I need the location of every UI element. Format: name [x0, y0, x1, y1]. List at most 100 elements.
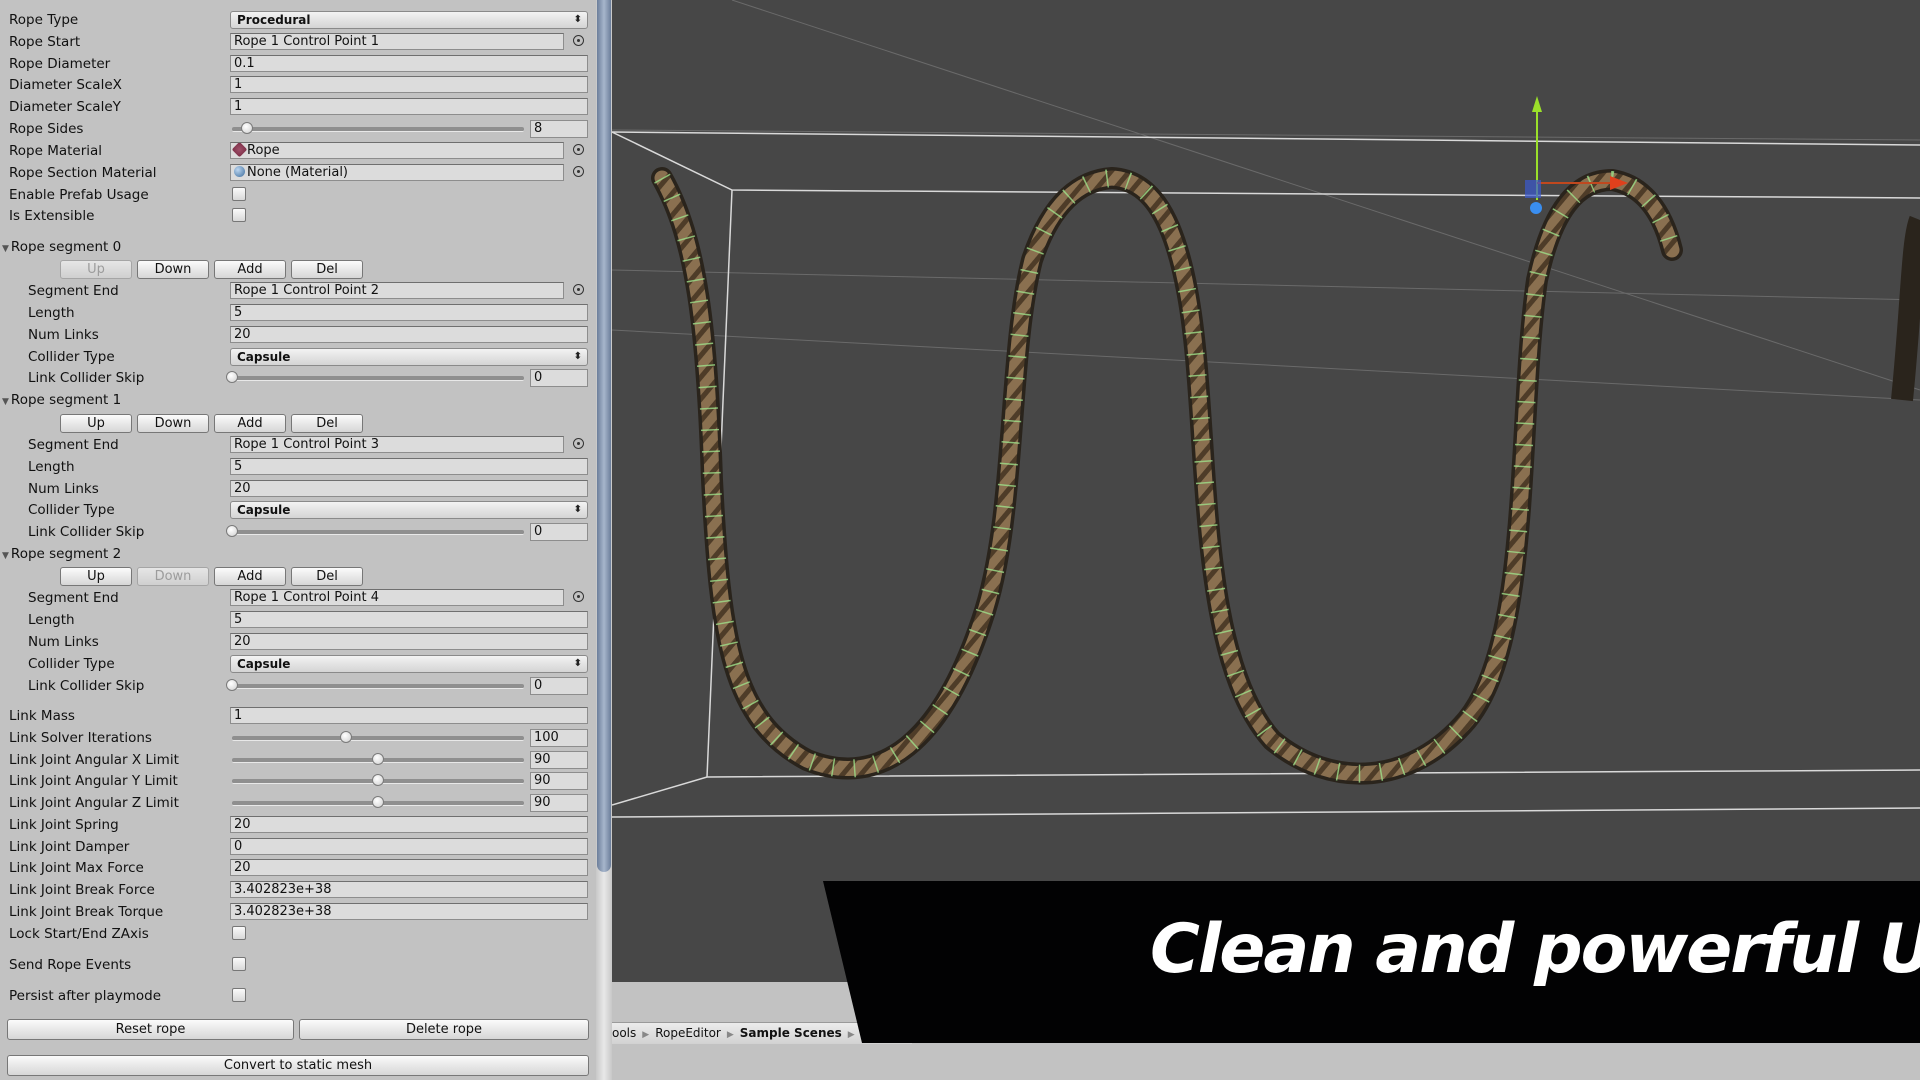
lock-start-end-zaxis-label: Lock Start/End ZAxis — [9, 926, 149, 942]
segment-down-button[interactable]: Down — [137, 414, 209, 433]
convert-to-static-mesh-button[interactable]: Convert to static mesh — [7, 1055, 589, 1076]
delete-rope-button[interactable]: Delete rope — [299, 1019, 589, 1040]
link-collider-skip-slider[interactable] — [226, 371, 524, 383]
rope-texture — [654, 170, 1680, 782]
segment-up-button[interactable]: Up — [60, 414, 132, 433]
slider-thumb[interactable] — [372, 753, 384, 765]
rope-segment-0-foldout[interactable]: ▼ Rope segment 0 — [0, 237, 596, 258]
link-collider-skip-input[interactable]: 0 — [530, 369, 588, 387]
link-solver-iterations-input[interactable]: 100 — [530, 729, 588, 747]
lock-start-end-zaxis-checkbox[interactable] — [232, 926, 246, 940]
segment-add-button[interactable]: Add — [214, 567, 286, 586]
segment-up-button[interactable]: Up — [60, 567, 132, 586]
segment-del-button[interactable]: Del — [291, 260, 363, 279]
diameter-scalex-input[interactable]: 1 — [230, 76, 588, 93]
breadcrumb-item[interactable]: ools — [612, 1026, 636, 1040]
link-joint-max-force-input[interactable]: 20 — [230, 859, 588, 876]
diameter-scaley-input[interactable]: 1 — [230, 98, 588, 115]
link-mass-input[interactable]: 1 — [230, 707, 588, 724]
slider-thumb[interactable] — [240, 122, 253, 134]
gizmo-plane-handle[interactable] — [1525, 180, 1541, 198]
collider-type-row: Collider Type Capsule ⬍ — [0, 347, 596, 368]
link-joint-angular-x-slider[interactable] — [232, 753, 524, 765]
persist-after-playmode-checkbox[interactable] — [232, 988, 246, 1002]
link-joint-angular-z-input[interactable]: 90 — [530, 794, 588, 812]
link-joint-spring-row: Link Joint Spring 20 — [0, 815, 596, 836]
rope-section-material-label: Rope Section Material — [9, 165, 157, 181]
rope-type-value: Procedural — [237, 13, 311, 27]
link-joint-angular-x-input[interactable]: 90 — [530, 751, 588, 769]
slider-thumb[interactable] — [372, 796, 384, 808]
reset-rope-button[interactable]: Reset rope — [7, 1019, 294, 1040]
rope-material-field[interactable]: Rope — [230, 142, 564, 159]
rope-sides-slider[interactable] — [232, 122, 524, 134]
slider-thumb[interactable] — [226, 371, 238, 383]
length-label: Length — [28, 612, 75, 628]
collider-type-dropdown[interactable]: Capsule ⬍ — [230, 501, 588, 519]
collider-type-dropdown[interactable]: Capsule ⬍ — [230, 655, 588, 673]
segment-down-button[interactable]: Down — [137, 260, 209, 279]
link-joint-angular-z-slider[interactable] — [232, 796, 524, 808]
link-joint-damper-input[interactable]: 0 — [230, 838, 588, 855]
link-collider-skip-slider[interactable] — [226, 679, 524, 691]
length-input[interactable]: 5 — [230, 611, 588, 628]
segment-del-button[interactable]: Del — [291, 567, 363, 586]
length-input[interactable]: 5 — [230, 458, 588, 475]
collider-type-dropdown[interactable]: Capsule ⬍ — [230, 348, 588, 366]
object-picker-icon[interactable] — [573, 35, 584, 46]
link-joint-break-force-input[interactable]: 3.402823e+38 — [230, 881, 588, 898]
is-extensible-checkbox[interactable] — [232, 208, 246, 222]
rope-section-material-field[interactable]: None (Material) — [230, 164, 564, 181]
segment-end-field[interactable]: Rope 1 Control Point 2 — [230, 282, 564, 299]
link-joint-spring-input[interactable]: 20 — [230, 816, 588, 833]
send-rope-events-checkbox[interactable] — [232, 957, 246, 971]
rope-diameter-input[interactable]: 0.1 — [230, 55, 588, 72]
slider-thumb[interactable] — [226, 525, 238, 537]
link-joint-max-force-label: Link Joint Max Force — [9, 860, 144, 876]
enable-prefab-usage-label: Enable Prefab Usage — [9, 187, 149, 203]
rope-start-field[interactable]: Rope 1 Control Point 1 — [230, 33, 564, 50]
rope-segment-2-foldout[interactable]: ▼ Rope segment 2 — [0, 544, 596, 565]
num-links-input[interactable]: 20 — [230, 480, 588, 497]
rope-segment-1-foldout[interactable]: ▼ Rope segment 1 — [0, 390, 596, 411]
dropdown-arrows-icon: ⬍ — [573, 351, 582, 362]
segment-end-field[interactable]: Rope 1 Control Point 4 — [230, 589, 564, 606]
inspector-scrollbar[interactable] — [596, 0, 612, 1080]
enable-prefab-usage-checkbox[interactable] — [232, 187, 246, 201]
link-collider-skip-input[interactable]: 0 — [530, 677, 588, 695]
object-picker-icon[interactable] — [573, 438, 584, 449]
link-joint-angular-y-input[interactable]: 90 — [530, 772, 588, 790]
segment-del-button[interactable]: Del — [291, 414, 363, 433]
num-links-input[interactable]: 20 — [230, 326, 588, 343]
breadcrumb-item-current[interactable]: Sample Scenes — [740, 1026, 842, 1040]
segment-add-button[interactable]: Add — [214, 260, 286, 279]
slider-thumb[interactable] — [372, 774, 384, 786]
segment-title: Rope segment 2 — [10, 546, 122, 562]
slider-thumb[interactable] — [226, 679, 238, 691]
link-collider-skip-input[interactable]: 0 — [530, 523, 588, 541]
num-links-input[interactable]: 20 — [230, 633, 588, 650]
link-collider-skip-slider[interactable] — [226, 525, 524, 537]
object-picker-icon[interactable] — [573, 284, 584, 295]
object-picker-icon[interactable] — [573, 591, 584, 602]
link-solver-iterations-slider[interactable] — [232, 731, 524, 743]
link-joint-break-torque-label: Link Joint Break Torque — [9, 904, 164, 920]
breadcrumb-item[interactable]: RopeEditor — [655, 1026, 721, 1040]
gizmo-y-arrow-icon[interactable] — [1532, 96, 1542, 112]
material-sphere-icon — [234, 166, 245, 177]
segment-end-field[interactable]: Rope 1 Control Point 3 — [230, 436, 564, 453]
link-joint-break-torque-input[interactable]: 3.402823e+38 — [230, 903, 588, 920]
length-input[interactable]: 5 — [230, 304, 588, 321]
slider-thumb[interactable] — [339, 731, 352, 743]
object-picker-icon[interactable] — [573, 166, 584, 177]
segment-up-button[interactable]: Up — [60, 260, 132, 279]
rope-diameter-row: Rope Diameter 0.1 — [0, 54, 596, 75]
segment-down-button[interactable]: Down — [137, 567, 209, 586]
rope-sides-input[interactable]: 8 — [530, 120, 588, 138]
link-joint-angular-y-slider[interactable] — [232, 774, 524, 786]
object-picker-icon[interactable] — [573, 144, 584, 155]
gizmo-z-handle[interactable] — [1530, 202, 1542, 214]
rope-type-dropdown[interactable]: Procedural ⬍ — [230, 11, 588, 29]
scrollbar-thumb[interactable] — [597, 0, 611, 872]
segment-add-button[interactable]: Add — [214, 414, 286, 433]
